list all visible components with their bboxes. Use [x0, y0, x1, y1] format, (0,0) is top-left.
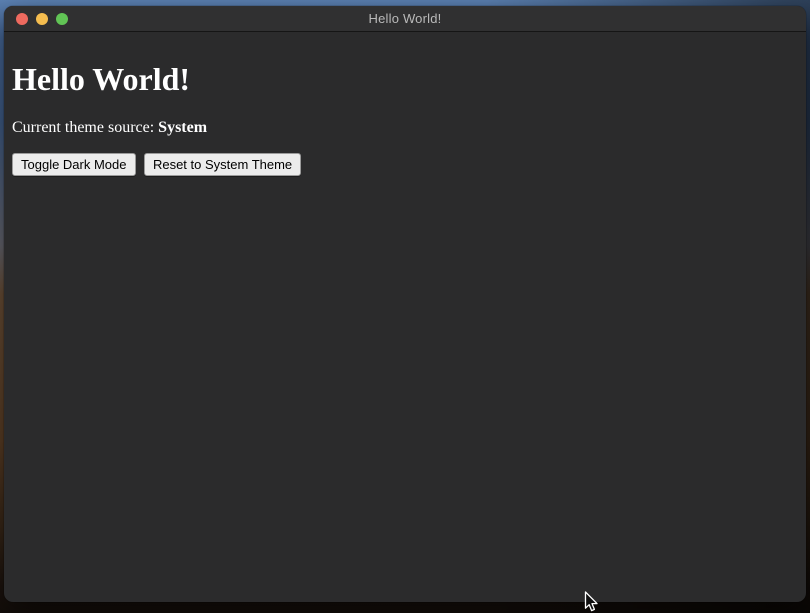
reset-to-system-theme-button[interactable]: Reset to System Theme	[144, 153, 301, 176]
desktop: { "window": { "title": "Hello World!", "…	[0, 0, 810, 613]
close-button[interactable]	[16, 13, 28, 25]
app-window: Hello World! Hello World! Current theme …	[4, 6, 806, 602]
theme-source-label: Current theme source:	[12, 119, 158, 136]
button-row: Toggle Dark Mode Reset to System Theme	[12, 153, 798, 176]
toggle-dark-mode-button[interactable]: Toggle Dark Mode	[12, 153, 136, 176]
page-content: Hello World! Current theme source: Syste…	[4, 32, 806, 184]
page-title: Hello World!	[12, 61, 798, 98]
minimize-button[interactable]	[36, 13, 48, 25]
traffic-lights	[16, 6, 68, 31]
window-title: Hello World!	[369, 11, 442, 26]
zoom-button[interactable]	[56, 13, 68, 25]
titlebar-drag-region[interactable]: Hello World!	[4, 6, 806, 32]
theme-source-value: System	[158, 119, 207, 136]
theme-source-line: Current theme source: System	[12, 119, 798, 137]
